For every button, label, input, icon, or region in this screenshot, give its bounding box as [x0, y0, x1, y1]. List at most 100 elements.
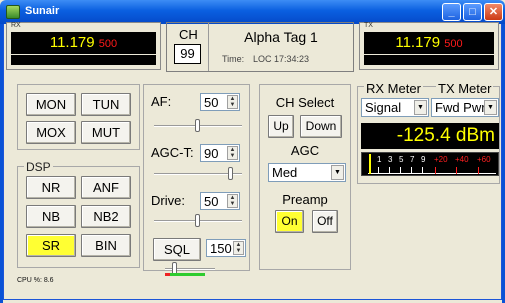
nb2-button[interactable]: NB2	[81, 205, 131, 228]
channel-number[interactable]: 99	[174, 44, 201, 64]
ch-up-button[interactable]: Up	[268, 115, 294, 138]
drive-slider[interactable]	[154, 213, 242, 229]
meter-tick-label: 3	[388, 155, 393, 164]
mut-button[interactable]: MUT	[81, 121, 131, 144]
meter-needle	[369, 154, 371, 174]
rx-caption: RX	[11, 22, 21, 29]
agc-select[interactable]: Med ▼	[268, 163, 346, 182]
alpha-tag: Alpha Tag 1	[244, 29, 318, 45]
preamp-on-button[interactable]: On	[275, 210, 304, 233]
rx-meter-select[interactable]: Signal ▼	[361, 98, 429, 117]
meter-tick-label: 7	[410, 155, 415, 164]
tx-frequency-panel: TX 11.179 500	[359, 22, 499, 70]
tx-sub-display	[364, 55, 494, 65]
drive-spinner[interactable]: 50 ▲ ▼	[200, 192, 240, 210]
meter-tick-label: +20	[434, 155, 448, 164]
anf-button[interactable]: ANF	[81, 176, 131, 199]
drive-value: 50	[204, 194, 219, 209]
sql-value: 150	[210, 241, 232, 256]
meter-tick-label: +60	[477, 155, 491, 164]
tx-meter-select[interactable]: Fwd Pwr ▼	[431, 98, 499, 117]
meter-tick-mark	[435, 167, 436, 174]
dbm-readout: -125.4 dBm	[361, 123, 499, 149]
mon-button[interactable]: MON	[26, 93, 76, 116]
sql-spinner[interactable]: 150 ▲ ▼	[206, 239, 246, 257]
sql-spin-arrows-icon[interactable]: ▲ ▼	[233, 241, 244, 255]
ch-down-button[interactable]: Down	[300, 115, 342, 138]
time-value: LOC 17:34:23	[253, 54, 310, 64]
drive-spin-arrows-icon[interactable]: ▲ ▼	[227, 194, 238, 208]
rx-meter-value: Signal	[365, 100, 402, 115]
af-spin-arrows-icon[interactable]: ▲ ▼	[227, 95, 238, 109]
af-label: AF:	[151, 94, 172, 109]
agc-dropdown-icon[interactable]: ▼	[331, 165, 344, 180]
tx-freq-sub: 500	[444, 38, 463, 50]
tx-freq-main: 11.179	[395, 34, 441, 51]
meter-tick-label: 9	[421, 155, 426, 164]
sql-level-bar-red	[165, 273, 170, 276]
time-label: Time:	[222, 54, 245, 64]
channel-panel: CH 99 Alpha Tag 1 Time: LOC 17:34:23	[166, 22, 354, 72]
af-slider[interactable]	[154, 118, 242, 134]
close-button[interactable]: ✕	[484, 3, 503, 21]
window-title: Sunair	[25, 5, 60, 17]
rx-sub-display	[11, 55, 156, 65]
tx-meter-label: TX Meter	[436, 81, 494, 96]
control-buttons-panel: MON TUN MOX MUT	[17, 84, 140, 150]
af-value: 50	[204, 95, 219, 110]
af-spinner[interactable]: 50 ▲ ▼	[200, 93, 240, 111]
preamp-label: Preamp	[282, 192, 328, 207]
app-icon	[6, 5, 20, 19]
meter-tick-mark	[389, 167, 390, 174]
minimize-button[interactable]: _	[442, 3, 461, 21]
drive-label: Drive:	[151, 193, 185, 208]
rx-frequency-panel: RX 11.179 500	[6, 22, 161, 70]
preamp-off-button[interactable]: Off	[312, 210, 338, 233]
maximize-button[interactable]: □	[463, 3, 482, 21]
agc-value: Med	[272, 165, 298, 180]
rx-meter-dropdown-icon[interactable]: ▼	[414, 100, 427, 115]
cpu-usage: CPU %: 8.6	[17, 277, 54, 284]
agc-t-value: 90	[204, 146, 219, 161]
nb-button[interactable]: NB	[26, 205, 76, 228]
sql-level-bar	[165, 273, 205, 276]
drive-slider-thumb[interactable]	[195, 214, 200, 227]
rx-frequency-display[interactable]: 11.179 500	[11, 32, 156, 54]
agc-t-spin-arrows-icon[interactable]: ▲ ▼	[227, 146, 238, 160]
agc-t-spinner[interactable]: 90 ▲ ▼	[200, 144, 240, 162]
dsp-label: DSP	[24, 160, 53, 174]
mox-button[interactable]: MOX	[26, 121, 76, 144]
signal-meter: 1 3 5 7 9 +20 +40 +60	[361, 152, 499, 176]
sql-button[interactable]: SQL	[153, 238, 201, 261]
sr-button[interactable]: SR	[26, 234, 76, 257]
agc-t-label: AGC-T:	[151, 145, 194, 160]
agc-t-slider-thumb[interactable]	[228, 167, 233, 180]
meter-tick-label: 1	[377, 155, 382, 164]
rx-freq-sub: 500	[98, 38, 118, 50]
rx-freq-main: 11.179	[49, 34, 95, 51]
tun-button[interactable]: TUN	[81, 93, 131, 116]
ch-label: CH	[179, 27, 198, 42]
bin-button[interactable]: BIN	[81, 234, 131, 257]
agc-t-slider[interactable]	[154, 166, 242, 182]
meter-tick-mark	[422, 167, 423, 174]
dsp-group: DSP NR ANF NB NB2 SR BIN	[17, 160, 140, 268]
meter-baseline	[368, 173, 496, 174]
tx-frequency-display[interactable]: 11.179 500	[364, 32, 494, 54]
title-bar[interactable]: Sunair _ □ ✕	[0, 0, 505, 24]
meter-tick-mark	[400, 167, 401, 174]
meter-tick-mark	[378, 167, 379, 174]
tx-caption: TX	[364, 22, 373, 29]
meter-tick-label: 5	[399, 155, 404, 164]
rx-meter-label: RX Meter	[364, 81, 423, 96]
meter-tick-mark	[478, 167, 479, 174]
meter-tick-mark	[456, 167, 457, 174]
ch-select-label: CH Select	[275, 95, 335, 110]
tx-meter-dropdown-icon[interactable]: ▼	[484, 100, 497, 115]
af-slider-thumb[interactable]	[195, 119, 200, 132]
meter-tick-label: +40	[455, 155, 469, 164]
meter-tick-mark	[411, 167, 412, 174]
nr-button[interactable]: NR	[26, 176, 76, 199]
tx-meter-value: Fwd Pwr	[435, 100, 486, 115]
agc-label: AGC	[290, 143, 320, 158]
